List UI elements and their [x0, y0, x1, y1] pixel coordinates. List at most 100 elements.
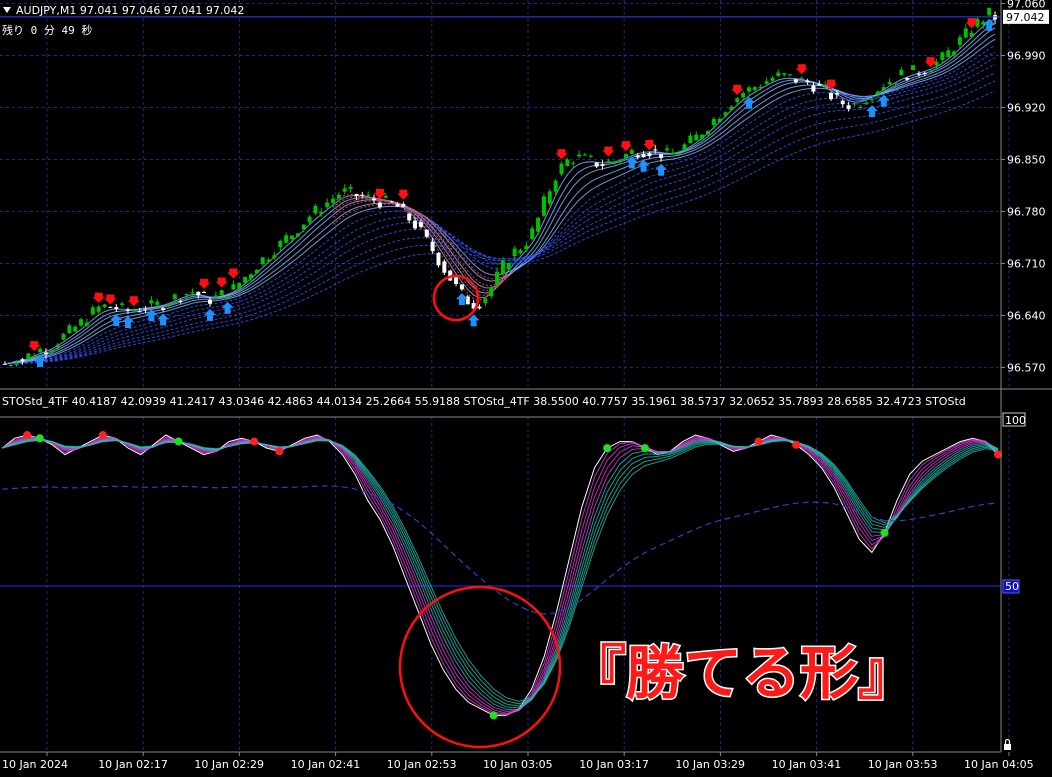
price-tick-label: 96.640: [1007, 309, 1046, 322]
candle-body-up: [290, 235, 295, 240]
candle-body-up: [899, 69, 904, 76]
sell-arrow-icon: [198, 278, 211, 289]
candle-body-up: [14, 364, 19, 366]
time-tick-label: 10 Jan 02:41: [291, 758, 361, 771]
sell-arrow-icon: [795, 64, 808, 75]
candle-body-up: [512, 248, 517, 257]
ribbon-line: [4, 90, 996, 365]
candle-body-down: [143, 309, 148, 311]
candle-body-down: [125, 309, 130, 311]
candle-body-up: [705, 131, 710, 135]
candle-body-up: [278, 240, 283, 247]
candle-body-down: [647, 153, 652, 157]
candle-body-down: [442, 261, 447, 273]
signal-dot-green: [489, 711, 498, 720]
indicator-axis-mid: 50: [1005, 580, 1019, 593]
candle-body-up: [881, 87, 886, 90]
candle-body-up: [190, 292, 195, 294]
candle-body-up: [764, 81, 769, 84]
sell-arrow-icon: [619, 141, 632, 152]
candle-body-up: [530, 228, 535, 240]
candle-body-up: [172, 294, 177, 299]
candle-body-up: [313, 206, 318, 214]
candle-body-up: [875, 91, 880, 95]
signal-dot-red: [250, 437, 259, 446]
candle-body-up: [629, 149, 634, 154]
candle-body-up: [940, 52, 945, 60]
candle-body-down: [413, 220, 418, 229]
candle-body-up: [231, 284, 236, 290]
candle-body-up: [670, 152, 675, 155]
candle-body-up: [102, 304, 107, 307]
candle-body-down: [401, 203, 406, 207]
signal-arrows: [28, 18, 996, 367]
candle-body-up: [84, 322, 89, 326]
ribbon-line-down: [332, 193, 510, 301]
candle-body-down: [922, 72, 927, 74]
candle-body-up: [741, 93, 746, 98]
candle-body-up: [166, 304, 171, 306]
candle-body-up: [700, 134, 705, 139]
candle-body-down: [377, 202, 382, 208]
candle-body-up: [213, 295, 218, 299]
signal-dot-red: [23, 431, 32, 440]
candle-body-down: [360, 194, 365, 196]
candle-body-up: [483, 298, 488, 304]
candle-body-up: [893, 82, 898, 84]
candle-body-down: [161, 308, 166, 310]
chart-canvas: 97.060 96.990 96.920 96.850 96.780 96.710 96.6…: [0, 0, 1052, 771]
candle-body-up: [225, 297, 230, 299]
candle-body-down: [395, 203, 400, 207]
candle-body-up: [331, 198, 336, 203]
signal-dot-green: [880, 528, 889, 537]
candle-body-down: [389, 201, 394, 203]
candle-body-up: [928, 71, 933, 73]
candle-body-up: [149, 300, 154, 304]
candle-body-up: [758, 86, 763, 89]
candle-body-up: [582, 154, 587, 156]
dropdown-triangle-icon[interactable]: [3, 7, 11, 13]
candle-body-up: [536, 217, 541, 232]
candle-body-up: [155, 301, 160, 305]
candle-body-down: [407, 213, 412, 221]
candle-body-down: [459, 284, 464, 290]
sell-arrow-icon: [924, 57, 937, 68]
signal-dot-green: [603, 444, 612, 453]
candle-body-up: [887, 82, 892, 85]
candle-body-down: [178, 300, 183, 302]
candle-body-up: [969, 33, 974, 37]
symbol-info: AUDJPY,M1 97.041 97.046 97.041 97.042: [16, 4, 244, 17]
sell-arrow-icon: [602, 146, 615, 157]
candle-body-down: [811, 85, 816, 92]
candle-body-up: [325, 202, 330, 208]
candle-body-up: [61, 333, 66, 340]
countdown-timer: 残り 0 分 49 秒: [2, 23, 92, 37]
candle-body-up: [788, 74, 793, 76]
candle-body-down: [20, 359, 25, 362]
candle-body-up: [219, 290, 224, 296]
candle-body-down: [594, 162, 599, 167]
candle-body-up: [664, 148, 669, 151]
candle-body-down: [207, 299, 212, 304]
candle-body-up: [553, 180, 558, 192]
candle-body-up: [623, 154, 628, 158]
price-tick-label: 96.570: [1007, 361, 1046, 374]
current-price-label: 97.042: [1006, 11, 1045, 24]
candle-body-up: [336, 194, 341, 199]
candle-body-up: [864, 102, 869, 105]
buy-arrow-icon: [655, 163, 668, 176]
candle-body-down: [817, 83, 822, 86]
indicator-axis-top: 100: [1005, 414, 1026, 427]
candle-body-up: [96, 306, 101, 312]
candle-body-down: [840, 100, 845, 105]
candle-body-up: [73, 326, 78, 332]
candle-body-down: [108, 306, 113, 308]
signal-dot-red: [754, 437, 763, 446]
candle-body-up: [682, 144, 687, 150]
sell-arrow-icon: [643, 139, 656, 150]
candle-body-up: [946, 50, 951, 58]
candle-body-up: [577, 154, 582, 157]
candle-body-up: [49, 350, 54, 352]
price-tick-label: 96.710: [1007, 257, 1046, 270]
candle-body-up: [735, 98, 740, 103]
